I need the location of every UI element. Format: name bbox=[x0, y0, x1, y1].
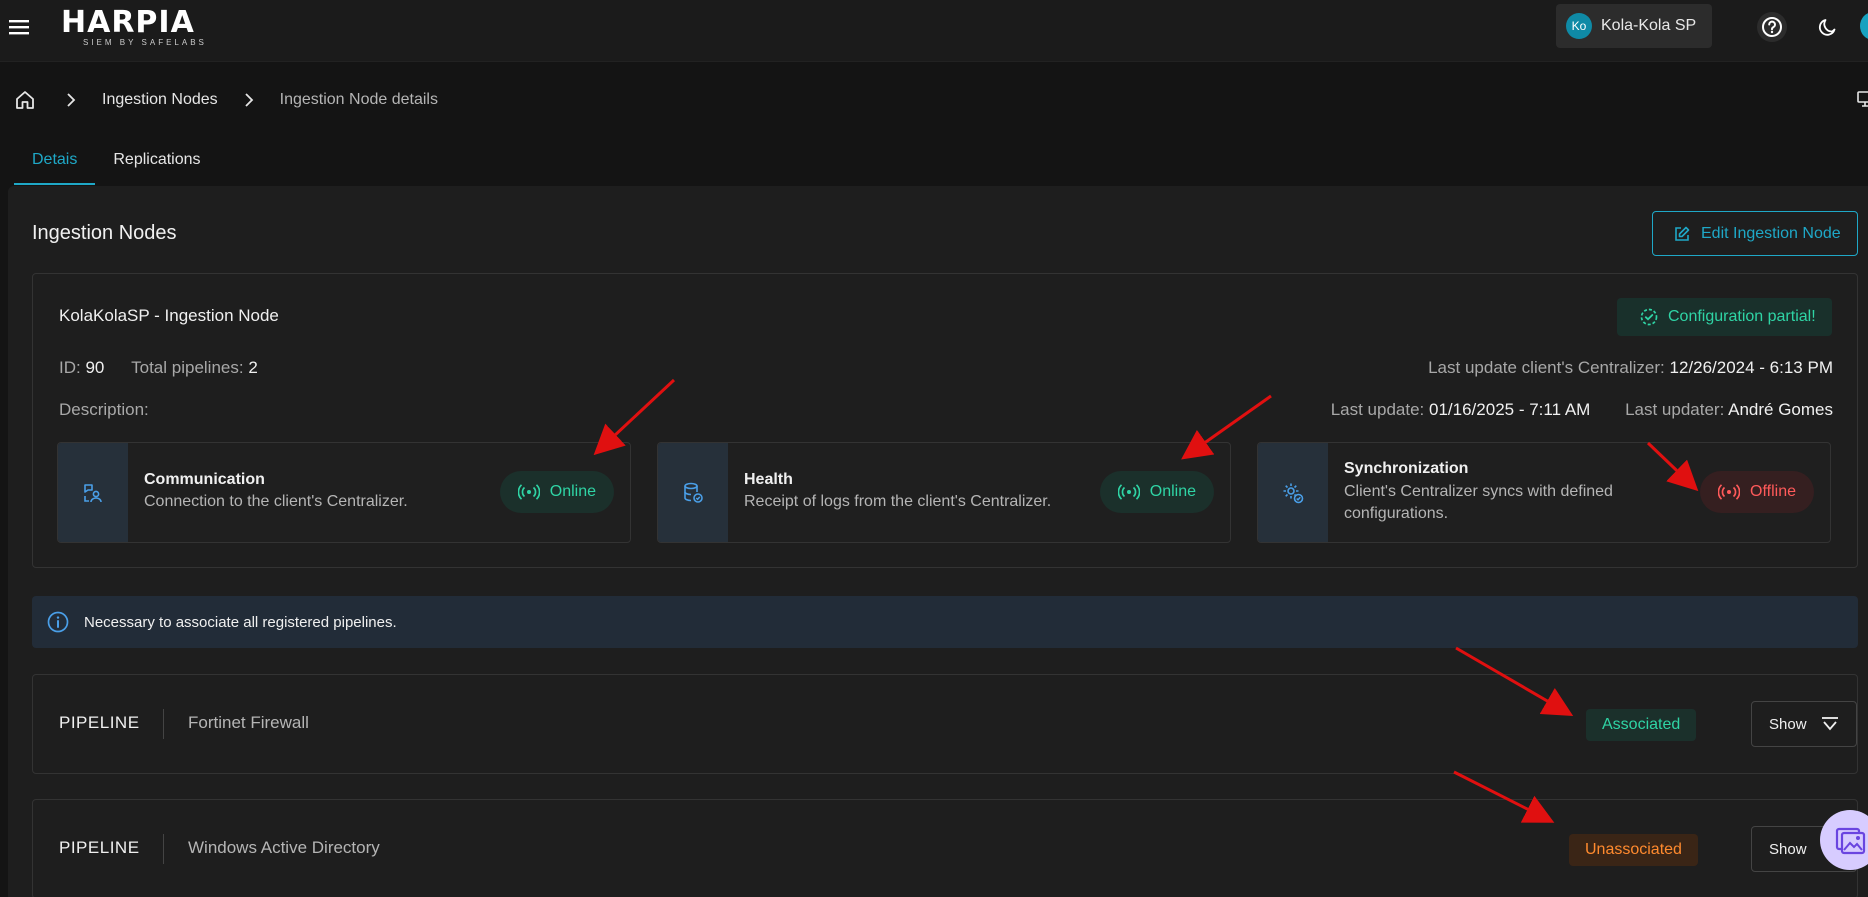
database-icon bbox=[684, 482, 703, 503]
breadcrumb: Ingestion Nodes Ingestion Node details bbox=[14, 86, 438, 114]
info-message: Necessary to associate all registered pi… bbox=[84, 613, 397, 631]
communication-title: Communication bbox=[144, 471, 265, 488]
logo-wordmark: HARPIA bbox=[61, 5, 195, 40]
last-updater-label: Last updater: bbox=[1625, 400, 1725, 419]
help-icon bbox=[1762, 17, 1782, 37]
last-centralizer-label: Last update client's Centralizer: bbox=[1428, 358, 1665, 377]
pipeline-label: PIPELINE bbox=[59, 713, 140, 732]
edit-icon bbox=[1675, 226, 1690, 241]
harpia-logo[interactable]: HARPIA SIEM BY SAFELABS bbox=[61, 6, 231, 48]
menu-icon[interactable] bbox=[6, 14, 36, 40]
settings-sync-icon bbox=[1283, 483, 1304, 503]
association-status-badge: Unassociated bbox=[1569, 834, 1698, 866]
node-name: KolaKolaSP - Ingestion Node bbox=[59, 306, 279, 325]
divider bbox=[163, 834, 164, 864]
tenant-avatar: Ko bbox=[1566, 13, 1592, 39]
main-content-panel: Ingestion Nodes Edit Ingestion Node Kola… bbox=[8, 186, 1868, 897]
communication-description: Connection to the client's Centralizer. bbox=[144, 493, 408, 510]
broadcast-icon bbox=[1117, 484, 1140, 500]
health-status-card: Health Receipt of logs from the client's… bbox=[657, 442, 1231, 543]
chevron-right-icon bbox=[245, 93, 253, 107]
expand-filter-icon bbox=[1821, 717, 1838, 731]
show-button-label: Show bbox=[1769, 840, 1807, 858]
monitor-icon[interactable] bbox=[1856, 90, 1868, 108]
tenant-name: Kola-Kola SP bbox=[1601, 17, 1697, 34]
description-label: Description: bbox=[59, 400, 149, 419]
id-value: 90 bbox=[85, 358, 105, 377]
logo-subtitle: SIEM BY SAFELABS bbox=[83, 38, 207, 47]
dark-mode-toggle-icon[interactable] bbox=[1815, 14, 1841, 40]
tab-details[interactable]: Detais bbox=[14, 145, 96, 185]
communication-icon-column bbox=[58, 443, 128, 542]
info-icon bbox=[47, 611, 69, 633]
synchronization-icon-column bbox=[1258, 443, 1328, 542]
total-pipelines-label: Total pipelines: bbox=[131, 358, 244, 377]
health-description: Receipt of logs from the client's Centra… bbox=[744, 493, 1052, 510]
last-update-row: Last update: 01/16/2025 - 7:11 AM Last u… bbox=[1331, 400, 1833, 420]
edit-button-label: Edit Ingestion Node bbox=[1701, 224, 1841, 242]
pipeline-label: PIPELINE bbox=[59, 838, 140, 857]
image-icon bbox=[1835, 827, 1866, 855]
tab-bar: Detais Replications bbox=[14, 145, 219, 185]
top-navigation-bar: HARPIA SIEM BY SAFELABS Ko Kola-Kola SP bbox=[0, 0, 1868, 62]
synchronization-status-card: Synchronization Client's Centralizer syn… bbox=[1257, 442, 1831, 543]
user-avatar[interactable] bbox=[1860, 12, 1868, 40]
association-status-badge: Associated bbox=[1586, 709, 1697, 741]
broadcast-icon bbox=[517, 484, 540, 500]
chevron-right-icon bbox=[67, 93, 76, 107]
show-button-label: Show bbox=[1769, 715, 1807, 733]
divider bbox=[163, 709, 164, 739]
home-icon[interactable] bbox=[14, 89, 36, 111]
communication-status-text: Online bbox=[549, 483, 596, 500]
info-alert: Necessary to associate all registered pi… bbox=[32, 596, 1858, 648]
synchronization-description: Client's Centralizer syncs with defined … bbox=[1344, 483, 1613, 522]
breadcrumb-current-page: Ingestion Node details bbox=[279, 91, 438, 108]
node-id-row: ID: 90 Total pipelines: 2 bbox=[59, 358, 258, 378]
last-centralizer-value: 12/26/2024 - 6:13 PM bbox=[1669, 358, 1833, 377]
tenant-selector[interactable]: Ko Kola-Kola SP bbox=[1556, 4, 1712, 48]
show-pipeline-button[interactable]: Show bbox=[1751, 701, 1857, 747]
communication-status-pill: Online bbox=[499, 471, 614, 513]
health-status-pill: Online bbox=[1099, 471, 1214, 513]
breadcrumb-ingestion-nodes[interactable]: Ingestion Nodes bbox=[102, 91, 218, 109]
synchronization-status-text: Offline bbox=[1750, 483, 1796, 500]
health-title: Health bbox=[744, 471, 793, 488]
synchronization-status-pill: Offline bbox=[1700, 471, 1814, 513]
health-status-text: Online bbox=[1149, 483, 1196, 500]
last-centralizer-update: Last update client's Centralizer: 12/26/… bbox=[1428, 358, 1833, 378]
broadcast-icon bbox=[1718, 484, 1741, 500]
pipeline-card: PIPELINE Fortinet Firewall Associated Sh… bbox=[32, 674, 1858, 774]
pipeline-name: Fortinet Firewall bbox=[188, 713, 309, 732]
last-update-label: Last update: bbox=[1330, 400, 1425, 419]
synchronization-title: Synchronization bbox=[1344, 460, 1469, 477]
pipeline-name: Windows Active Directory bbox=[188, 838, 380, 857]
ingestion-node-card: KolaKolaSP - Ingestion Node Configuratio… bbox=[32, 273, 1858, 568]
help-button[interactable] bbox=[1757, 12, 1787, 42]
total-pipelines-value: 2 bbox=[248, 358, 258, 377]
health-icon-column bbox=[658, 443, 728, 542]
page-title: Ingestion Nodes bbox=[32, 222, 177, 244]
communication-icon bbox=[84, 483, 102, 502]
pipeline-card: PIPELINE Windows Active Directory Unasso… bbox=[32, 799, 1858, 897]
communication-status-card: Communication Connection to the client's… bbox=[57, 442, 631, 543]
tab-replications[interactable]: Replications bbox=[95, 145, 218, 185]
configuration-status-text: Configuration partial! bbox=[1668, 308, 1816, 325]
configuration-status-badge: Configuration partial! bbox=[1617, 298, 1832, 336]
last-update-value: 01/16/2025 - 7:11 AM bbox=[1429, 400, 1591, 419]
last-updater-value: André Gomes bbox=[1728, 400, 1833, 419]
id-label: ID: bbox=[59, 358, 81, 377]
check-circle-icon bbox=[1640, 308, 1658, 326]
edit-ingestion-node-button[interactable]: Edit Ingestion Node bbox=[1652, 211, 1858, 256]
